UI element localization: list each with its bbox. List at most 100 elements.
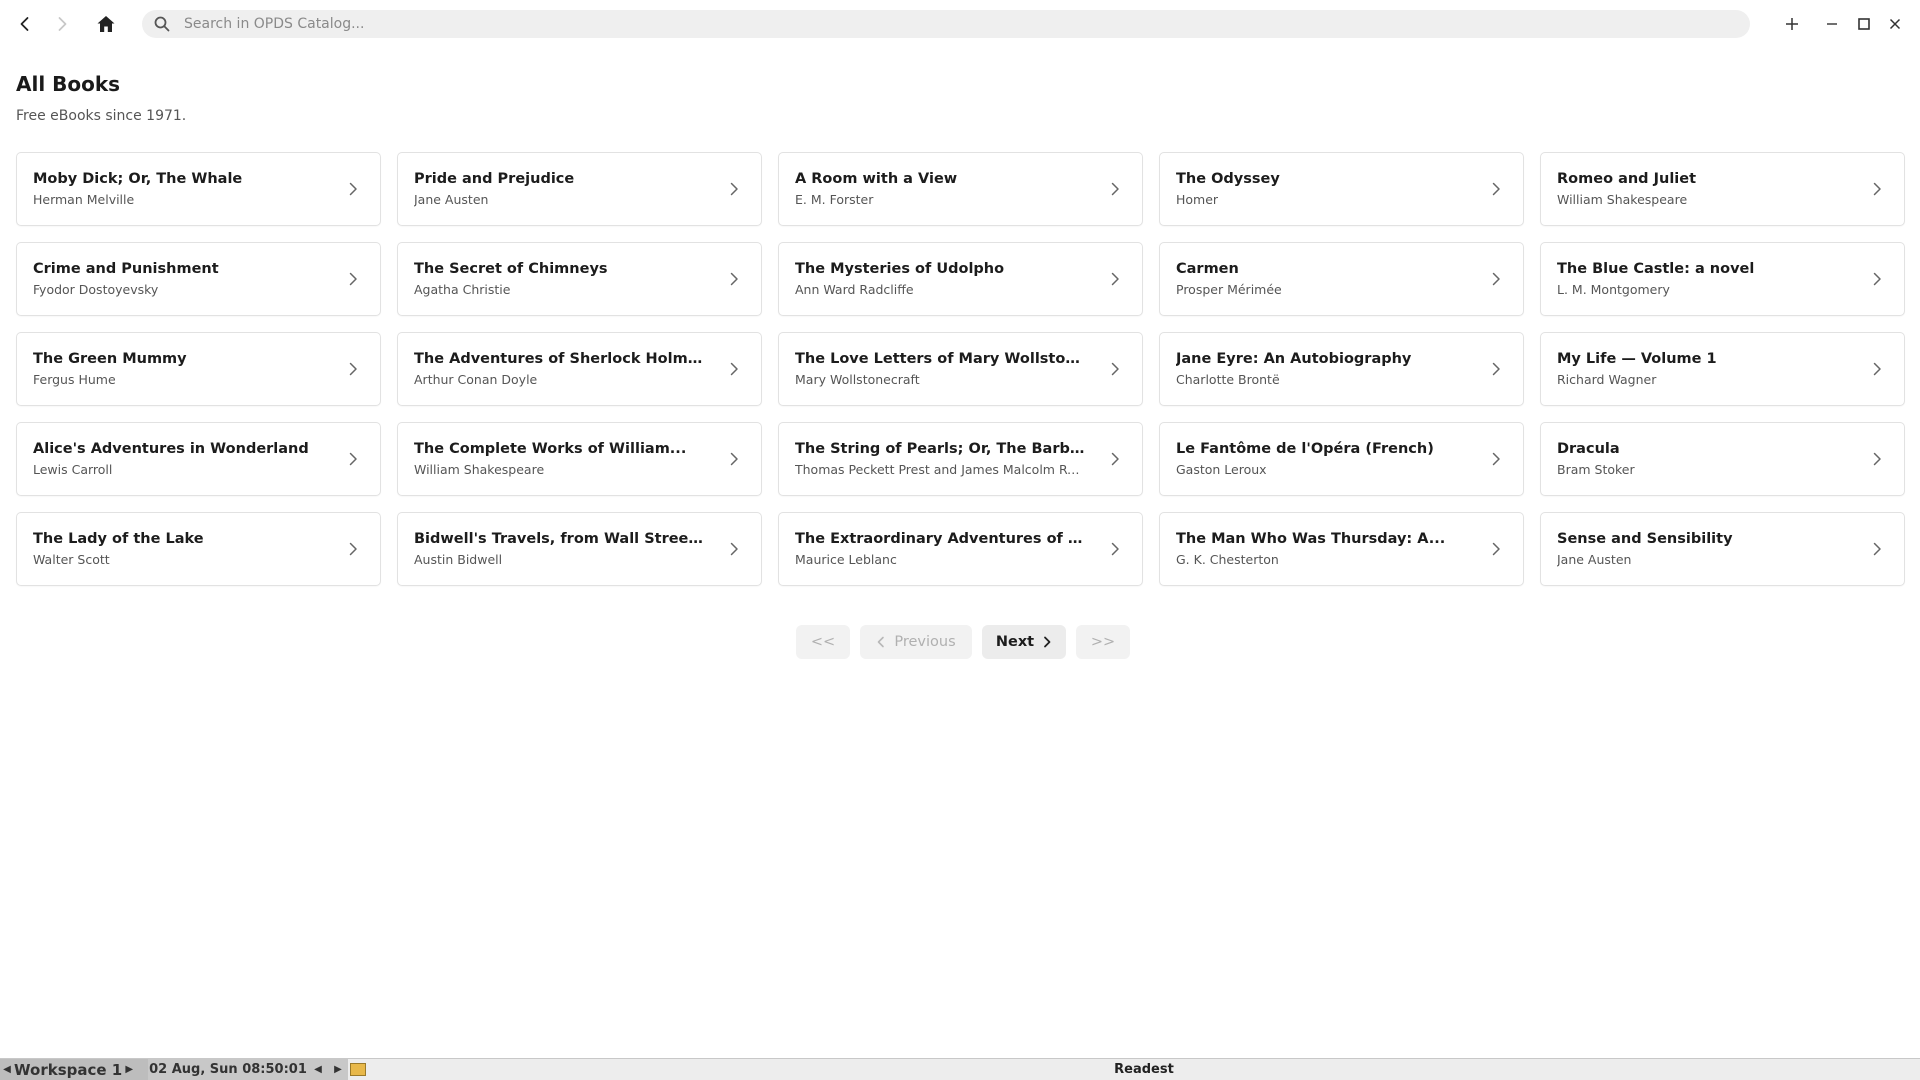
search-input[interactable] bbox=[184, 16, 1750, 32]
book-title: Moby Dick; Or, The Whale bbox=[33, 171, 243, 187]
maximize-icon bbox=[1858, 18, 1870, 30]
book-title: My Life — Volume 1 bbox=[1557, 351, 1717, 367]
book-grid: Moby Dick; Or, The Whale Herman Melville P… bbox=[16, 152, 1905, 586]
back-button[interactable] bbox=[9, 8, 41, 40]
book-card[interactable]: The Mysteries of Udolpho Ann Ward Radclif… bbox=[778, 242, 1143, 316]
book-author: L. M. Montgomery bbox=[1557, 282, 1670, 297]
book-author: Austin Bidwell bbox=[414, 552, 503, 567]
book-card[interactable]: Alice's Adventures in Wonderland Lewis Ca… bbox=[16, 422, 381, 496]
book-card[interactable]: Romeo and Juliet William Shakespeare bbox=[1540, 152, 1905, 226]
book-title: A Room with a View bbox=[795, 171, 958, 187]
app-window-icon[interactable] bbox=[350, 1063, 366, 1076]
chevron-right-icon bbox=[727, 539, 741, 559]
next-page-button[interactable]: Next bbox=[982, 625, 1066, 659]
last-page-label: >> bbox=[1090, 634, 1116, 650]
chevron-right-icon bbox=[1489, 179, 1503, 199]
book-card[interactable]: The Extraordinary Adventures of Arsèn...… bbox=[778, 512, 1143, 586]
chevron-right-icon bbox=[727, 449, 741, 469]
book-title: The Mysteries of Udolpho bbox=[795, 261, 1005, 277]
home-button[interactable] bbox=[90, 8, 122, 40]
book-card[interactable]: The Adventures of Sherlock Holmes Arthur … bbox=[397, 332, 762, 406]
taskbar-clock: 02 Aug, Sun 08:50:01 bbox=[148, 1059, 308, 1080]
book-card[interactable]: The Odyssey Homer bbox=[1159, 152, 1524, 226]
book-author: Charlotte Brontë bbox=[1176, 372, 1280, 387]
book-title: The String of Pearls; Or, The Barber of.… bbox=[795, 441, 1086, 457]
book-card[interactable]: The Green Mummy Fergus Hume bbox=[16, 332, 381, 406]
book-card[interactable]: Pride and Prejudice Jane Austen bbox=[397, 152, 762, 226]
book-card[interactable]: The Love Letters of Mary Wollstonecraf..… bbox=[778, 332, 1143, 406]
plus-icon bbox=[1786, 18, 1798, 30]
forward-button[interactable] bbox=[46, 8, 78, 40]
next-page-label: Next bbox=[995, 634, 1035, 650]
book-card[interactable]: The Complete Works of William... William … bbox=[397, 422, 762, 496]
book-title: Crime and Punishment bbox=[33, 261, 219, 277]
chevron-right-icon bbox=[1489, 269, 1503, 289]
search-bar[interactable] bbox=[142, 10, 1750, 38]
book-author: Agatha Christie bbox=[414, 282, 511, 297]
chevron-left-icon bbox=[878, 636, 885, 648]
minimize-button[interactable] bbox=[1816, 8, 1848, 40]
back-arrow-icon bbox=[20, 17, 29, 31]
book-card[interactable]: My Life — Volume 1 Richard Wagner bbox=[1540, 332, 1905, 406]
book-author: G. K. Chesterton bbox=[1176, 552, 1279, 567]
book-title: The Green Mummy bbox=[33, 351, 187, 367]
book-title: The Complete Works of William... bbox=[414, 441, 687, 457]
book-title: Jane Eyre: An Autobiography bbox=[1176, 351, 1412, 367]
book-author: Mary Wollstonecraft bbox=[795, 372, 920, 387]
book-title: Romeo and Juliet bbox=[1557, 171, 1697, 187]
book-author: Fergus Hume bbox=[33, 372, 116, 387]
book-card[interactable]: Moby Dick; Or, The Whale Herman Melville bbox=[16, 152, 381, 226]
taskbar-right-icon[interactable]: ▶ bbox=[334, 1064, 342, 1075]
previous-page-button[interactable]: Previous bbox=[860, 625, 972, 659]
chevron-right-icon bbox=[346, 179, 360, 199]
last-page-button[interactable]: >> bbox=[1076, 625, 1130, 659]
book-card[interactable]: Carmen Prosper Mérimée bbox=[1159, 242, 1524, 316]
book-card[interactable]: The Secret of Chimneys Agatha Christie bbox=[397, 242, 762, 316]
book-title: Dracula bbox=[1557, 441, 1620, 457]
close-button[interactable] bbox=[1879, 8, 1911, 40]
book-author: Richard Wagner bbox=[1557, 372, 1657, 387]
book-card[interactable]: A Room with a View E. M. Forster bbox=[778, 152, 1143, 226]
book-card[interactable]: Sense and Sensibility Jane Austen bbox=[1540, 512, 1905, 586]
title-bar bbox=[0, 0, 1920, 48]
book-card[interactable]: The Lady of the Lake Walter Scott bbox=[16, 512, 381, 586]
book-author: Fyodor Dostoyevsky bbox=[33, 282, 159, 297]
book-card[interactable]: Le Fantôme de l'Opéra (French) Gaston Ler… bbox=[1159, 422, 1524, 496]
book-author: Lewis Carroll bbox=[33, 462, 113, 477]
book-title: The Blue Castle: a novel bbox=[1557, 261, 1755, 277]
taskbar-arrows[interactable]: ◀ ▶ bbox=[308, 1059, 348, 1080]
maximize-button[interactable] bbox=[1848, 8, 1880, 40]
book-title: Bidwell's Travels, from Wall Street to..… bbox=[414, 531, 705, 547]
book-title: Sense and Sensibility bbox=[1557, 531, 1733, 547]
book-card[interactable]: Bidwell's Travels, from Wall Street to..… bbox=[397, 512, 762, 586]
first-page-button[interactable]: << bbox=[796, 625, 850, 659]
book-card[interactable]: The Man Who Was Thursday: A... G. K. Ches… bbox=[1159, 512, 1524, 586]
workspace-prev-icon[interactable]: ◀ bbox=[0, 1064, 14, 1075]
book-card[interactable]: Crime and Punishment Fyodor Dostoyevsky bbox=[16, 242, 381, 316]
taskbar-left-icon[interactable]: ◀ bbox=[314, 1064, 322, 1075]
book-author: E. M. Forster bbox=[795, 192, 874, 207]
book-card[interactable]: The String of Pearls; Or, The Barber of.… bbox=[778, 422, 1143, 496]
chevron-right-icon bbox=[727, 359, 741, 379]
book-author: Gaston Leroux bbox=[1176, 462, 1267, 477]
book-author: Homer bbox=[1176, 192, 1219, 207]
book-author: Bram Stoker bbox=[1557, 462, 1635, 477]
book-author: Ann Ward Radcliffe bbox=[795, 282, 914, 297]
book-card[interactable]: Jane Eyre: An Autobiography Charlotte Bro… bbox=[1159, 332, 1524, 406]
book-author: Thomas Peckett Prest and James Malcolm R… bbox=[795, 462, 1086, 477]
chevron-right-icon bbox=[1108, 539, 1122, 559]
active-window-title[interactable]: Readest bbox=[368, 1059, 1920, 1080]
pagination: << Previous Next >> bbox=[796, 625, 1130, 659]
workspace-next-icon[interactable]: ▶ bbox=[122, 1064, 136, 1075]
book-card[interactable]: The Blue Castle: a novel L. M. Montgomery bbox=[1540, 242, 1905, 316]
forward-arrow-icon bbox=[58, 17, 67, 31]
book-title: The Adventures of Sherlock Holmes bbox=[414, 351, 705, 367]
add-catalog-button[interactable] bbox=[1776, 8, 1808, 40]
chevron-right-icon bbox=[727, 269, 741, 289]
chevron-right-icon bbox=[346, 539, 360, 559]
chevron-right-icon bbox=[346, 449, 360, 469]
chevron-right-icon bbox=[1489, 359, 1503, 379]
workspace-switcher[interactable]: ◀ Workspace 1 ▶ bbox=[0, 1059, 148, 1080]
book-card[interactable]: Dracula Bram Stoker bbox=[1540, 422, 1905, 496]
book-title: The Extraordinary Adventures of Arsèn... bbox=[795, 531, 1086, 547]
